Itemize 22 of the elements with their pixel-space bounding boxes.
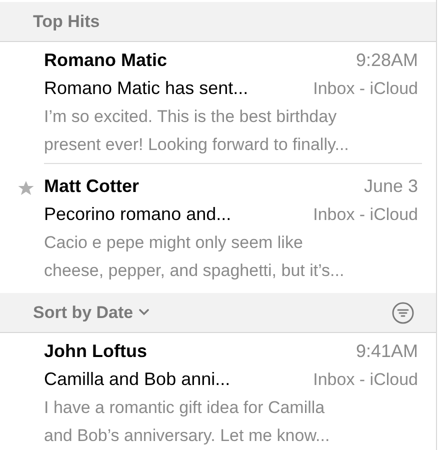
chevron-down-icon: [139, 309, 150, 316]
message-subject: Romano Matic has sent...: [44, 77, 248, 100]
message-row[interactable]: Matt Cotter June 3 Pecorino romano and... Inbox - iCloud Cacio e pepe might only seem like cheese, pepper, and spaghetti, but it’s...: [0, 168, 436, 293]
message-preview: I’m so excited. This is the best birthday present ever! Looking forward to finally...: [44, 106, 349, 156]
sender-name: Romano Matic: [44, 49, 168, 72]
message-subject: Pecorino romano and...: [44, 203, 232, 226]
sender-name: John Loftus: [44, 340, 147, 363]
mailbox-label: Inbox - iCloud: [313, 204, 418, 226]
message-preview: Cacio e pepe might only seem like cheese, pepper, and spaghetti, but it’s...: [44, 232, 344, 282]
message-time: 9:41AM: [356, 340, 418, 363]
message-time: 9:28AM: [356, 49, 418, 72]
sort-button[interactable]: Sort by Date: [33, 300, 150, 326]
section-title: Top Hits: [33, 10, 100, 33]
message-row[interactable]: Romano Matic 9:28AM Romano Matic has sent... Inbox - iCloud I’m so excited. This is the best birthday present ever! Looking forward to finally...: [0, 42, 436, 168]
mailbox-label: Inbox - iCloud: [313, 369, 418, 391]
mailbox-label: Inbox - iCloud: [313, 78, 418, 100]
sender-name: Matt Cotter: [44, 175, 139, 198]
message-subject: Camilla and Bob anni...: [44, 368, 230, 391]
message-row[interactable]: John Loftus 9:41AM Camilla and Bob anni... Inbox - iCloud I have a romantic gift idea for Camilla and Bob’s anniversary. Let me know...: [0, 333, 436, 450]
message-time: June 3: [364, 175, 418, 198]
filter-icon[interactable]: [392, 302, 414, 324]
message-preview: I have a romantic gift idea for Camilla and Bob’s anniversary. Let me know...: [44, 397, 330, 447]
